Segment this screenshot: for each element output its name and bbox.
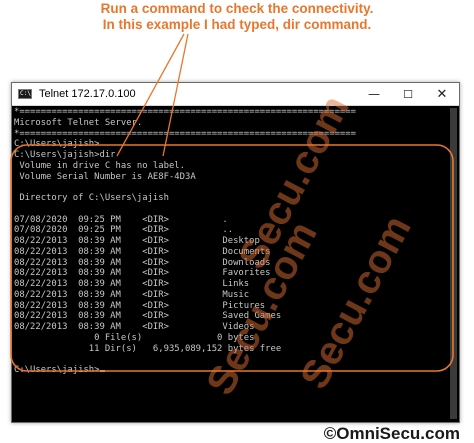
console-line: 08/22/2013 08:39 AM <DIR> Music — [14, 289, 250, 300]
console-line: C:\Users\jajish> — [14, 139, 100, 150]
console-line: 08/22/2013 08:39 AM <DIR> Saved Games — [14, 311, 282, 322]
console-line: Microsoft Telnet Server. — [14, 117, 143, 128]
console-line: 08/22/2013 08:39 AM <DIR> Pictures — [14, 300, 266, 311]
console-line: 08/22/2013 08:39 AM <DIR> Links — [14, 279, 250, 289]
maximize-icon: ☐ — [403, 87, 413, 101]
console-scrollbar[interactable] — [448, 106, 459, 421]
console-line: 07/08/2020 09:25 PM <DIR> .. — [14, 225, 234, 236]
console-line: Volume Serial Number is AE8F-4D3A — [14, 171, 196, 182]
minimize-button[interactable]: — — [357, 83, 391, 105]
console-line: 07/08/2020 09:25 PM <DIR> . — [14, 214, 228, 225]
telnet-window[interactable]: C:\ Telnet 172.17.0.100 — ☐ ✕ *=========… — [11, 82, 460, 423]
console-line: 08/22/2013 08:39 AM <DIR> Documents — [14, 246, 271, 257]
console-line: Volume in drive C has no label. — [14, 160, 185, 171]
console-line: C:\Users\jajish> — [14, 365, 100, 375]
maximize-button[interactable]: ☐ — [391, 83, 425, 105]
screenshot-canvas: Run a command to check the connectivity.… — [0, 0, 474, 443]
minimize-icon: — — [368, 87, 380, 101]
console-line: 08/22/2013 08:39 AM <DIR> Videos — [14, 322, 255, 332]
console-line: Directory of C:\Users\jajish — [14, 193, 169, 203]
close-button[interactable]: ✕ — [425, 83, 459, 105]
console-line: *=======================================… — [14, 107, 356, 117]
window-titlebar[interactable]: C:\ Telnet 172.17.0.100 — ☐ ✕ — [12, 83, 459, 106]
close-icon: ✕ — [436, 86, 448, 102]
omnisecu-logo: ©OmniSecu.com — [323, 424, 460, 443]
console-line: 0 File(s) 0 bytes — [14, 332, 255, 343]
console-text: *=======================================… — [14, 107, 447, 376]
console-line: 08/22/2013 08:39 AM <DIR> Desktop — [14, 236, 260, 246]
console-line: C:\Users\jajish>dir — [14, 150, 116, 160]
scrollbar-thumb[interactable] — [450, 108, 457, 419]
console-line: 08/22/2013 08:39 AM <DIR> Favorites — [14, 268, 271, 279]
console-line: 08/22/2013 08:39 AM <DIR> Downloads — [14, 257, 271, 268]
annotation-text-line-1: Run a command to check the connectivity. — [100, 1, 374, 16]
console-output[interactable]: *=======================================… — [14, 107, 447, 421]
console-app-icon[interactable]: C:\ — [18, 89, 32, 99]
console-line: *=======================================… — [14, 128, 356, 139]
text-cursor — [99, 370, 105, 372]
window-title: Telnet 172.17.0.100 — [39, 88, 136, 100]
console-line: 11 Dir(s) 6,935,089,152 bytes free — [14, 343, 282, 354]
annotation-text-line-2: In this example I had typed, dir command… — [102, 17, 372, 32]
console-app-icon-label: C:\ — [20, 90, 31, 97]
